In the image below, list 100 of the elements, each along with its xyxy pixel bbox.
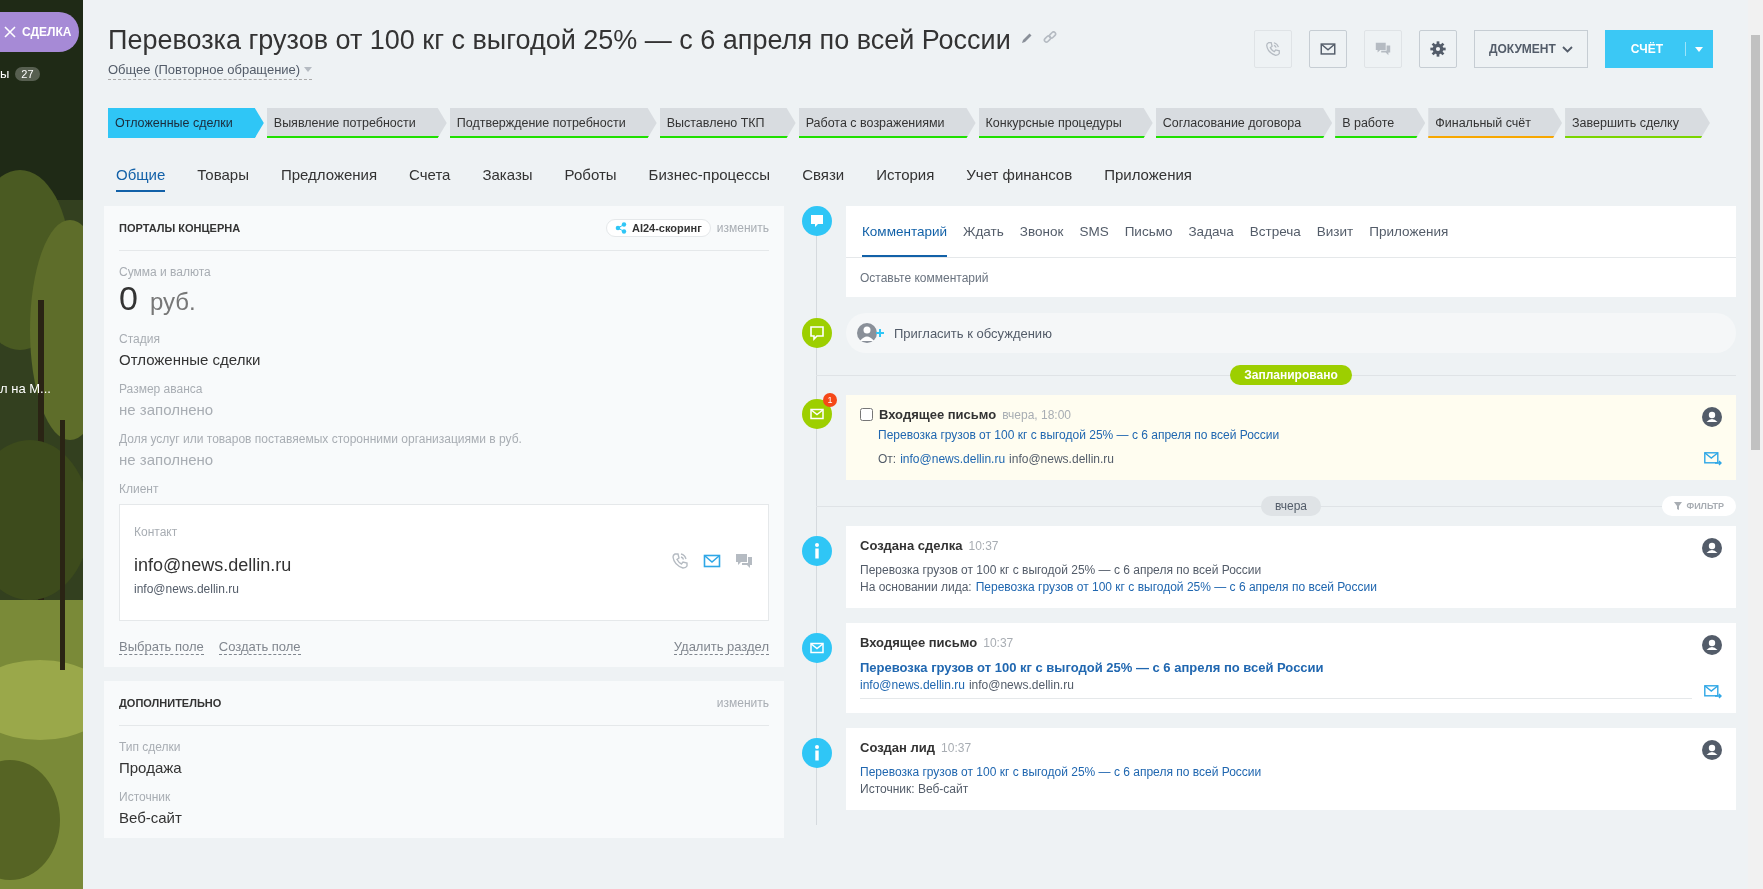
email-subject-link[interactable]: Перевозка грузов от 100 кг с выгодой 25% — с 6 апреля по всей России: [878, 428, 1280, 442]
activity-tab[interactable]: Письмо: [1124, 224, 1173, 257]
tab[interactable]: Предложения: [280, 166, 378, 192]
user-avatar-icon[interactable]: [1702, 740, 1722, 760]
mail-icon: [802, 399, 832, 429]
deal-title: Перевозка грузов от 100 кг с выгодой 25% — с 6 апреля по всей России: [108, 25, 1011, 56]
activity-time: вчера, 18:00: [1002, 407, 1072, 422]
tab[interactable]: История: [876, 166, 935, 192]
field-label: Сумма и валюта: [119, 265, 212, 279]
pipeline-stage[interactable]: Финальный счёт: [1428, 108, 1563, 138]
pipeline-stage[interactable]: Согласование договора: [1155, 108, 1333, 138]
pipeline-stage[interactable]: Завершить сделку: [1565, 108, 1710, 138]
activity-tab[interactable]: Звонок: [1019, 224, 1064, 257]
field-action-link[interactable]: Выбрать поле: [119, 639, 204, 655]
pipeline-stage[interactable]: Работа с возражениями: [798, 108, 976, 138]
pipeline-stage[interactable]: В работе: [1335, 108, 1426, 138]
scoring-badge[interactable]: AI24-скоринг: [605, 219, 711, 237]
activity-text: На основании лида:: [860, 580, 972, 594]
done-checkbox[interactable]: [860, 408, 873, 421]
section-title: ПОРТАЛЫ КОНЦЕРНА: [119, 222, 242, 234]
phone-icon[interactable]: [670, 550, 690, 571]
activity-title: Создан лид: [860, 740, 936, 755]
close-icon[interactable]: [4, 26, 16, 38]
mail-icon: [1318, 40, 1337, 58]
mail-button[interactable]: [1308, 30, 1347, 68]
settings-button[interactable]: [1418, 30, 1457, 68]
field-action-link[interactable]: Создать поле: [218, 639, 301, 655]
info-icon: [802, 536, 832, 566]
planned-label: Запланировано: [1230, 365, 1352, 385]
tab[interactable]: Роботы: [564, 166, 617, 192]
document-button[interactable]: ДОКУМЕНТ: [1473, 30, 1588, 68]
comment-input[interactable]: Оставьте комментарий: [846, 258, 1736, 297]
deal-tab-label: СДЕЛКА: [22, 25, 72, 39]
tab[interactable]: Бизнес-процессы: [648, 166, 771, 192]
menu-item[interactable]: ы: [0, 66, 10, 81]
field-value: Веб-сайт: [119, 809, 183, 826]
category-dropdown[interactable]: Общее (Повторное обращение): [108, 62, 313, 80]
activity-tab[interactable]: SMS: [1079, 224, 1109, 257]
tab[interactable]: Приложения: [1104, 166, 1192, 192]
pipeline-stage[interactable]: Выставлено ТКП: [659, 108, 796, 138]
link-icon[interactable]: [1042, 31, 1057, 45]
user-avatar-icon[interactable]: [1702, 538, 1722, 558]
field-label: Клиент: [119, 482, 160, 496]
link[interactable]: Перевозка грузов от 100 кг с выгодой 25% — с 6 апреля по всей России: [860, 765, 1262, 779]
tab[interactable]: Товары: [197, 166, 249, 192]
currency-label: руб.: [149, 288, 196, 316]
comment-icon: [802, 206, 832, 236]
mail-icon: [802, 633, 832, 663]
delete-section-link[interactable]: Удалить раздел: [673, 639, 769, 655]
mail-forward-icon[interactable]: [1704, 685, 1722, 699]
field-value: Продажа: [119, 759, 183, 776]
activity-text: Источник: Веб-сайт: [860, 782, 969, 796]
settings-icon: [1428, 40, 1447, 58]
sender-address: info@news.dellin.ru: [1009, 452, 1114, 466]
activity-title: Создана сделка: [860, 538, 963, 553]
day-label: вчера: [1260, 496, 1322, 516]
field-label: Стадия: [119, 332, 161, 346]
tab[interactable]: Учет финансов: [966, 166, 1073, 192]
tab[interactable]: Связи: [802, 166, 845, 192]
info-icon: [802, 738, 832, 768]
chevron-down-icon: [1561, 45, 1573, 53]
field-value: не заполнено: [119, 451, 215, 468]
contact-label: Контакт: [134, 525, 179, 539]
email-subject-link[interactable]: Перевозка грузов от 100 кг с выгодой 25% — с 6 апреля по всей России: [860, 660, 1324, 675]
contact-email: info@news.dellin.ru: [134, 582, 240, 596]
menu-item[interactable]: л на М...: [0, 381, 51, 396]
activity-title: Входящее письмо: [879, 407, 997, 422]
tab[interactable]: Заказы: [482, 166, 533, 192]
field-label: Тип сделки: [119, 740, 182, 754]
activity-tab[interactable]: Приложения: [1369, 224, 1449, 257]
caret-icon[interactable]: [1695, 46, 1703, 52]
pipeline-stage[interactable]: Выявление потребности: [266, 108, 447, 138]
sender-link[interactable]: info@news.dellin.ru: [900, 452, 1006, 466]
activity-time: 10:37: [983, 635, 1014, 650]
pipeline-stage[interactable]: Подтверждение потребности: [449, 108, 657, 138]
filter-icon: [1674, 502, 1683, 510]
field-value: не заполнено: [119, 401, 215, 418]
user-avatar-icon[interactable]: [1702, 635, 1722, 655]
activity-tab[interactable]: Ждать: [963, 224, 1004, 257]
chat-icon: [802, 318, 832, 348]
link[interactable]: info@news.dellin.ru: [860, 678, 965, 692]
caret-icon: [304, 67, 313, 72]
invite-button[interactable]: Пригласить к обсуждению: [846, 313, 1736, 353]
pencil-icon[interactable]: [1020, 32, 1033, 44]
mail-forward-icon[interactable]: [1704, 452, 1722, 466]
activity-tab[interactable]: Визит: [1316, 224, 1354, 257]
contact-name[interactable]: info@news.dellin.ru: [134, 555, 670, 576]
scrollbar-thumb[interactable]: [1751, 35, 1760, 450]
activity-tab[interactable]: Задача: [1188, 224, 1234, 257]
activity-tab[interactable]: Встреча: [1249, 224, 1301, 257]
pipeline-stage[interactable]: Конкурсные процедуры: [978, 108, 1153, 138]
pipeline-stage[interactable]: Отложенные сделки: [108, 108, 264, 138]
tab[interactable]: Счета: [409, 166, 451, 192]
phone-icon: [1263, 40, 1282, 58]
tab[interactable]: Общие: [116, 166, 166, 192]
add-person-icon: [856, 322, 886, 344]
field-value: Отложенные сделки: [119, 351, 262, 368]
field-label: Источник: [119, 790, 172, 804]
user-avatar-icon[interactable]: [1702, 407, 1722, 427]
link[interactable]: Перевозка грузов от 100 кг с выгодой 25% — с 6 апреля по всей России: [975, 580, 1377, 594]
